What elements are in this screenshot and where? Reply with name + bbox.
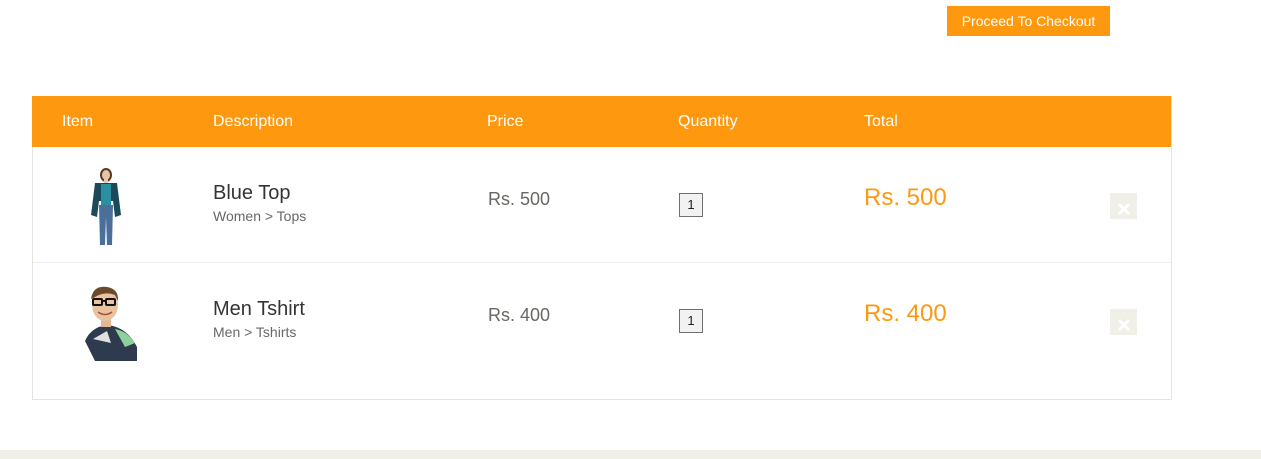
header-description: Description	[213, 113, 294, 130]
product-total: Rs. 500	[864, 184, 947, 211]
close-icon	[1118, 319, 1129, 331]
proceed-to-checkout-button[interactable]: Proceed To Checkout	[947, 6, 1110, 36]
product-image-blue-top[interactable]	[71, 165, 141, 247]
table-row: Blue Top Women > Tops Rs. 500 1 Rs. 500	[33, 147, 1171, 263]
quantity-display[interactable]: 1	[679, 193, 703, 217]
product-category: Women > Tops	[213, 208, 307, 224]
close-icon	[1118, 203, 1129, 215]
cart-table-header: Item Description Price Quantity Total	[32, 96, 1171, 147]
product-price: Rs. 400	[488, 305, 551, 325]
header-total: Total	[864, 113, 898, 130]
header-item: Item	[62, 113, 94, 130]
header-quantity: Quantity	[678, 113, 738, 130]
cart-table: Item Description Price Quantity Total Bl…	[32, 96, 1172, 400]
product-total: Rs. 400	[864, 300, 947, 327]
header-price: Price	[487, 113, 524, 130]
table-row: Men Tshirt Men > Tshirts Rs. 400 1 Rs. 4…	[33, 263, 1171, 379]
product-name[interactable]: Blue Top	[213, 182, 290, 205]
footer-divider	[0, 450, 1261, 459]
delete-item-button[interactable]	[1110, 309, 1137, 335]
product-category: Men > Tshirts	[213, 324, 297, 340]
product-image-men-tshirt[interactable]	[71, 281, 141, 363]
product-name[interactable]: Men Tshirt	[213, 298, 305, 321]
quantity-display[interactable]: 1	[679, 309, 703, 333]
product-price: Rs. 500	[488, 189, 551, 209]
woman-model-photo-icon	[71, 165, 141, 247]
delete-item-button[interactable]	[1110, 193, 1137, 219]
man-model-photo-icon	[71, 281, 141, 363]
